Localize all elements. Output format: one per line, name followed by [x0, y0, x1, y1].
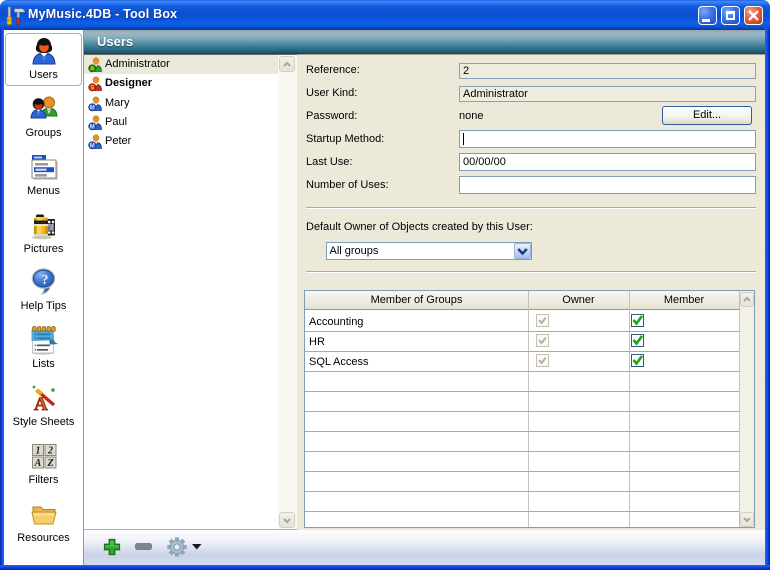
svg-text:A: A	[90, 66, 95, 73]
svg-text:A: A	[33, 458, 41, 469]
svg-text:S: S	[90, 85, 94, 92]
svg-text:?: ?	[41, 273, 48, 288]
svg-text:2: 2	[47, 446, 53, 457]
svg-text:M: M	[90, 125, 95, 131]
svg-text:1: 1	[35, 446, 40, 457]
svg-text:M: M	[90, 144, 95, 150]
svg-text:M: M	[90, 106, 95, 112]
svg-text:Z: Z	[46, 458, 53, 469]
